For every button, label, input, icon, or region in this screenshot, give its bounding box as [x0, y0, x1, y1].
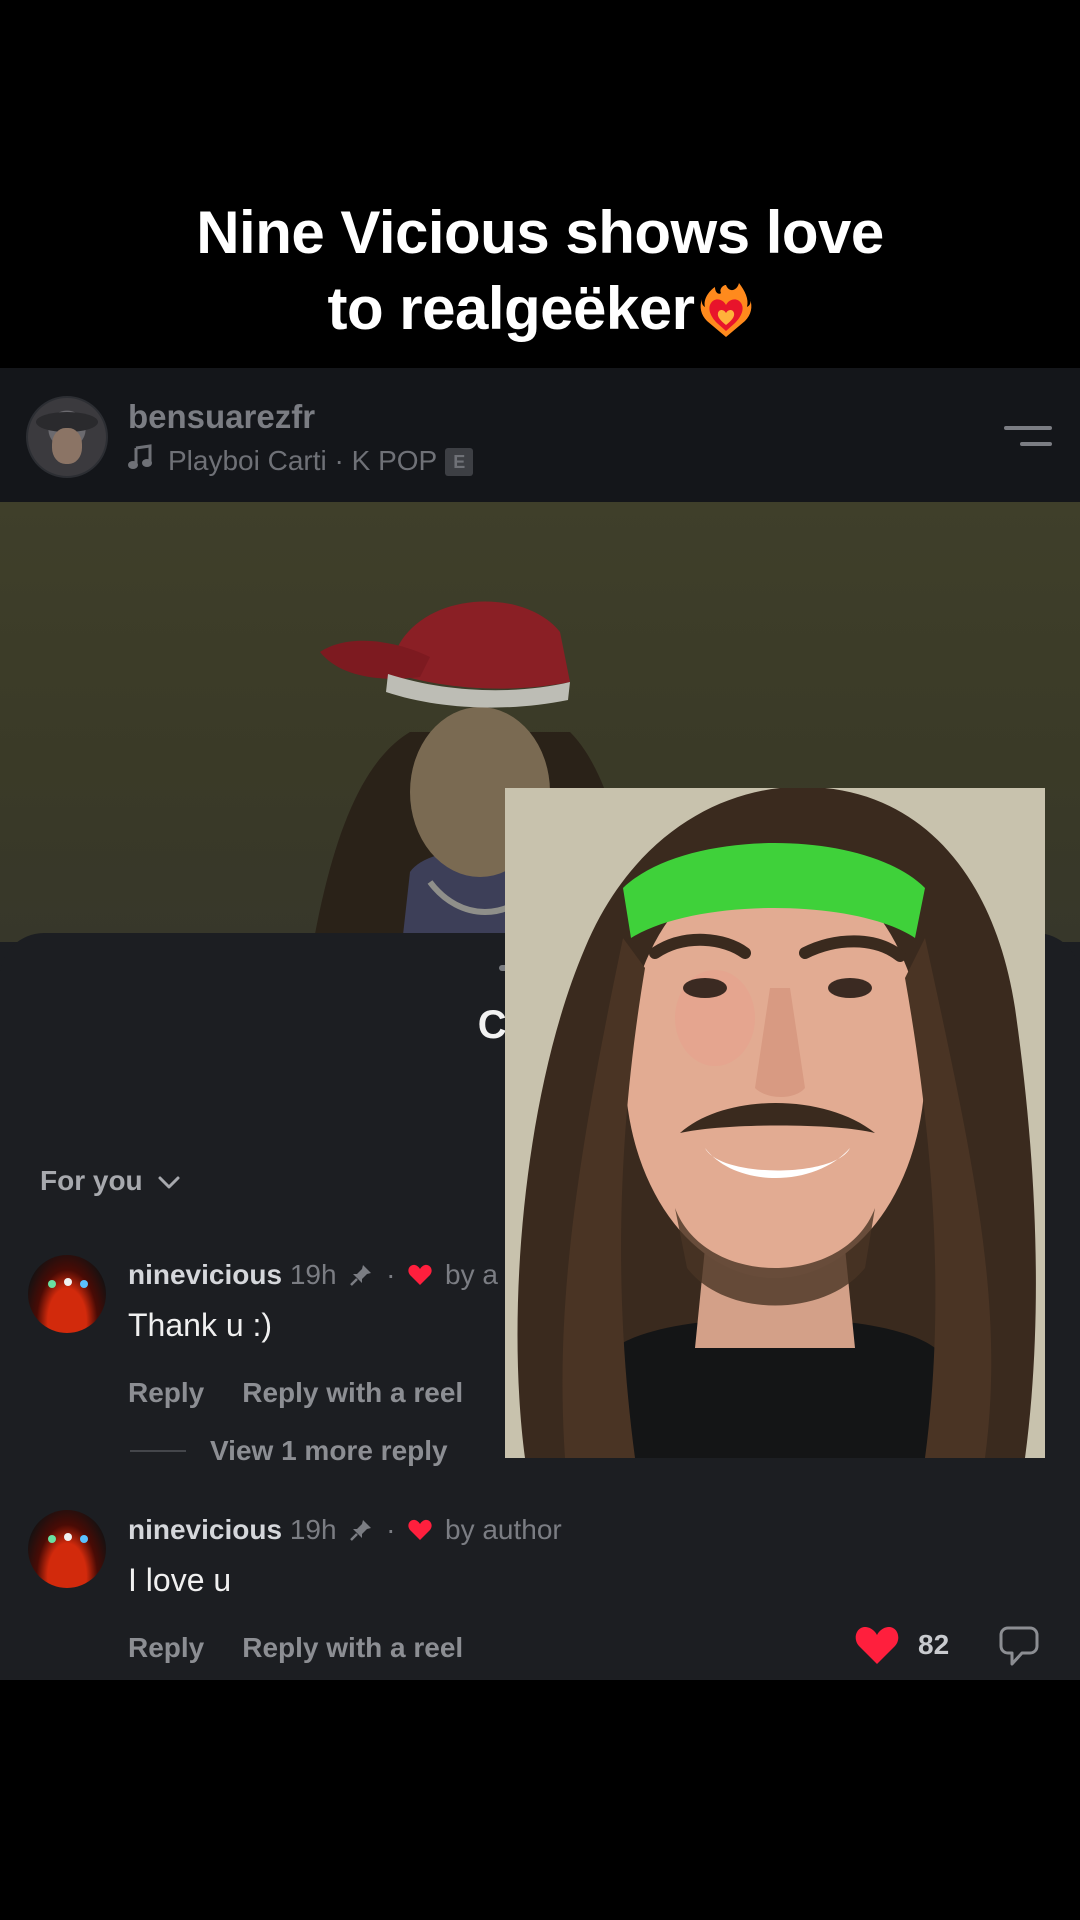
avatar[interactable]: [26, 396, 108, 478]
avatar-face: [52, 428, 82, 464]
creator-overlay-video: [505, 788, 1045, 1458]
liked-by-author: by author: [445, 1514, 562, 1545]
like-button[interactable]: 82: [854, 1624, 949, 1666]
red-heart-icon: [408, 1264, 432, 1285]
reply-with-reel-button[interactable]: Reply with a reel: [242, 1377, 463, 1408]
view-more-label: View 1 more reply: [210, 1435, 448, 1466]
comment-username[interactable]: ninevicious: [128, 1514, 282, 1545]
caption-line-1: Nine Vicious shows love: [196, 199, 884, 266]
caption-line-2-text: to realgeëker: [327, 275, 695, 342]
comment-actions: Reply Reply with a reel: [128, 1632, 501, 1664]
dislike-icon[interactable]: [998, 1624, 1040, 1668]
comment-text: Thank u :): [128, 1307, 273, 1343]
divider: [130, 1450, 186, 1452]
red-heart-icon: [408, 1519, 432, 1540]
comment-actions: Reply Reply with a reel: [128, 1377, 501, 1409]
caption-line-2: to realgeëker: [0, 271, 1080, 347]
reply-with-reel-button[interactable]: Reply with a reel: [242, 1632, 463, 1663]
post-header: bensuarezfr Playboi Carti · K POP E: [0, 368, 1080, 502]
music-info[interactable]: Playboi Carti · K POP E: [128, 444, 474, 477]
creator-face-image: [505, 788, 1045, 1458]
reply-button[interactable]: Reply: [128, 1632, 204, 1663]
filter-label: For you: [40, 1165, 143, 1196]
chevron-down-icon: [158, 1176, 180, 1189]
view-more-replies[interactable]: View 1 more reply: [130, 1435, 448, 1467]
pin-icon: [350, 1265, 372, 1286]
menu-icon[interactable]: [1002, 420, 1052, 452]
dot-separator: ·: [386, 1514, 396, 1545]
avatar[interactable]: [28, 1255, 106, 1333]
comment-header: ninevicious 19h · by author: [128, 1514, 562, 1546]
music-note-icon: [128, 444, 152, 469]
explicit-badge: E: [445, 448, 474, 476]
post-username[interactable]: bensuarezfr: [128, 398, 315, 436]
comment-time: 19h: [289, 1259, 337, 1290]
reply-button[interactable]: Reply: [128, 1377, 204, 1408]
like-count: 82: [918, 1629, 950, 1660]
avatar[interactable]: [28, 1510, 106, 1588]
liked-by-author: by a: [445, 1259, 498, 1290]
pin-icon: [350, 1520, 372, 1541]
dot-separator: ·: [386, 1259, 396, 1290]
heart-icon: [855, 1626, 899, 1664]
comment-username[interactable]: ninevicious: [128, 1259, 282, 1290]
comment-header: ninevicious 19h · by a: [128, 1259, 498, 1291]
comment-time: 19h: [289, 1514, 337, 1545]
comment-text: I love u: [128, 1562, 232, 1598]
heart-on-fire-emoji: [700, 283, 751, 337]
music-text: Playboi Carti · K POP: [168, 445, 438, 476]
video-caption: Nine Vicious shows love to realgeëker: [0, 195, 1080, 347]
comment-filter-dropdown[interactable]: For you: [40, 1165, 181, 1197]
